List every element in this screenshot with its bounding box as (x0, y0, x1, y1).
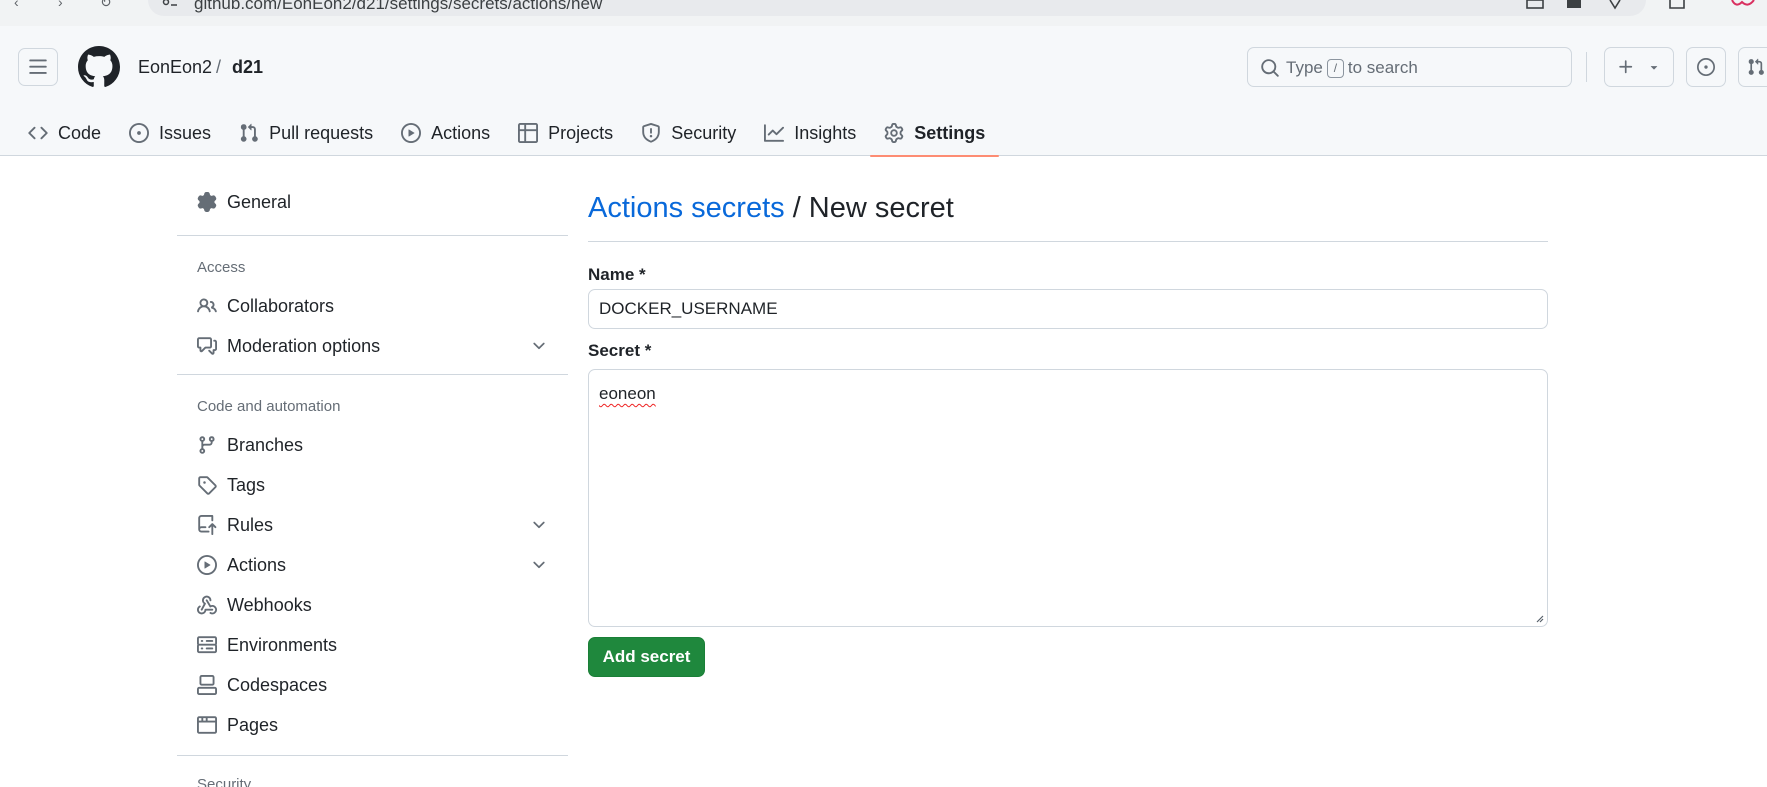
secret-value-text: eoneon (599, 384, 656, 403)
your-pull-requests-button[interactable] (1738, 47, 1767, 87)
tab-search-icon[interactable] (1668, 0, 1686, 10)
shield-icon (642, 123, 660, 143)
url-text: github.com/EonEon2/d21/settings/secrets/… (194, 0, 603, 13)
code-icon (28, 126, 48, 140)
tab-settings[interactable]: Settings (870, 110, 1000, 157)
breadcrumb-owner[interactable]: EonEon2 (138, 57, 212, 78)
play-icon (401, 123, 422, 143)
sidebar-item-collaborators[interactable]: Collaborators (177, 287, 568, 325)
address-bar[interactable]: github.com/EonEon2/d21/settings/secrets/… (148, 0, 1646, 16)
breadcrumb-separator: / (216, 57, 222, 77)
back-icon[interactable]: ‹ (14, 0, 28, 12)
sidebar-heading-access: Access (197, 259, 246, 276)
git-pull-request-icon (240, 123, 258, 142)
browser-toolbar: ‹ › ↻ github.com/EonEon2/d21/settings/se… (0, 0, 1767, 26)
sidebar-item-tags[interactable]: Tags (177, 466, 568, 504)
chevron-down-icon[interactable] (530, 516, 548, 534)
sidebar-item-general[interactable]: General (177, 183, 568, 221)
translate-icon[interactable] (1566, 0, 1584, 10)
page-title: Actions secrets / New secret (588, 192, 954, 224)
codespaces-icon (197, 675, 217, 695)
breadcrumb-repo[interactable]: d21 (232, 57, 263, 78)
github-header: EonEon2 / d21 Type / to search Code Issues… (0, 26, 1767, 157)
reload-icon[interactable]: ↻ (100, 0, 114, 12)
bookmark-star-icon[interactable] (1606, 0, 1624, 10)
chevron-down-icon[interactable] (530, 337, 548, 355)
search-placeholder: Type / to search (1286, 58, 1418, 78)
secret-value-textarea[interactable] (588, 369, 1548, 627)
create-new-button[interactable] (1604, 47, 1674, 87)
secret-name-input[interactable] (588, 289, 1548, 329)
tab-issues[interactable]: Issues (115, 110, 225, 156)
forward-icon[interactable]: › (58, 0, 72, 12)
sidebar-item-moderation-options[interactable]: Moderation options (177, 327, 568, 365)
resize-grip-icon[interactable] (1534, 613, 1544, 623)
site-info-icon[interactable] (162, 0, 178, 8)
sidebar-item-environments[interactable]: Environments (177, 626, 568, 664)
issue-opened-icon (129, 123, 150, 143)
server-icon (197, 636, 217, 654)
search-input[interactable]: Type / to search (1247, 47, 1572, 87)
gear-icon (197, 192, 217, 212)
tag-icon (198, 476, 217, 495)
people-icon (197, 298, 217, 313)
tab-insights[interactable]: Insights (750, 110, 870, 156)
chevron-down-icon[interactable] (530, 556, 548, 574)
sidebar-heading-security: Security (197, 776, 252, 787)
gear-icon (885, 123, 904, 143)
git-branch-icon (199, 436, 215, 454)
sidebar-divider (177, 374, 568, 375)
tab-code[interactable]: Code (14, 110, 115, 156)
github-logo-icon[interactable] (78, 46, 120, 88)
sidebar-item-codespaces[interactable]: Codespaces (177, 666, 568, 704)
sidebar-item-rules[interactable]: Rules (177, 506, 568, 544)
global-nav-menu-button[interactable] (18, 48, 58, 86)
repository-tabs: Code Issues Pull requests Actions Projec… (14, 110, 1000, 157)
sidebar-divider (177, 235, 568, 236)
sidebar-item-pages[interactable]: Pages (177, 706, 568, 744)
play-icon (197, 555, 217, 575)
graph-icon (764, 124, 785, 142)
plus-icon (1619, 60, 1633, 74)
sidebar-item-branches[interactable]: Branches (177, 426, 568, 464)
sidebar-item-actions[interactable]: Actions (177, 546, 568, 584)
sidebar-item-webhooks[interactable]: Webhooks (177, 586, 568, 624)
tab-security[interactable]: Security (627, 110, 750, 156)
triangle-down-icon (1650, 66, 1658, 70)
secret-label: Secret * (588, 341, 652, 360)
repo-push-icon (198, 515, 217, 535)
cast-icon[interactable] (1526, 0, 1544, 10)
tab-projects[interactable]: Projects (504, 110, 627, 156)
comment-discussion-icon (197, 337, 217, 355)
hamburger-icon (29, 59, 47, 74)
profile-icon[interactable] (1730, 0, 1760, 10)
table-icon (518, 123, 539, 143)
search-shortcut-key: / (1326, 59, 1344, 78)
git-pull-request-icon (1748, 58, 1764, 75)
browser-icon (197, 716, 217, 734)
search-icon (1261, 59, 1279, 77)
name-label: Name * (588, 265, 646, 284)
your-issues-button[interactable] (1686, 47, 1726, 87)
tab-actions[interactable]: Actions (387, 110, 504, 156)
actions-secrets-link[interactable]: Actions secrets (588, 192, 785, 224)
sidebar-divider (177, 755, 568, 756)
title-divider (588, 241, 1548, 242)
issue-opened-icon (1697, 58, 1715, 76)
header-divider (1586, 52, 1587, 82)
webhook-icon (197, 595, 217, 615)
tab-pull-requests[interactable]: Pull requests (225, 110, 387, 156)
add-secret-button[interactable]: Add secret (588, 637, 705, 677)
sidebar-heading-code-automation: Code and automation (197, 398, 341, 415)
